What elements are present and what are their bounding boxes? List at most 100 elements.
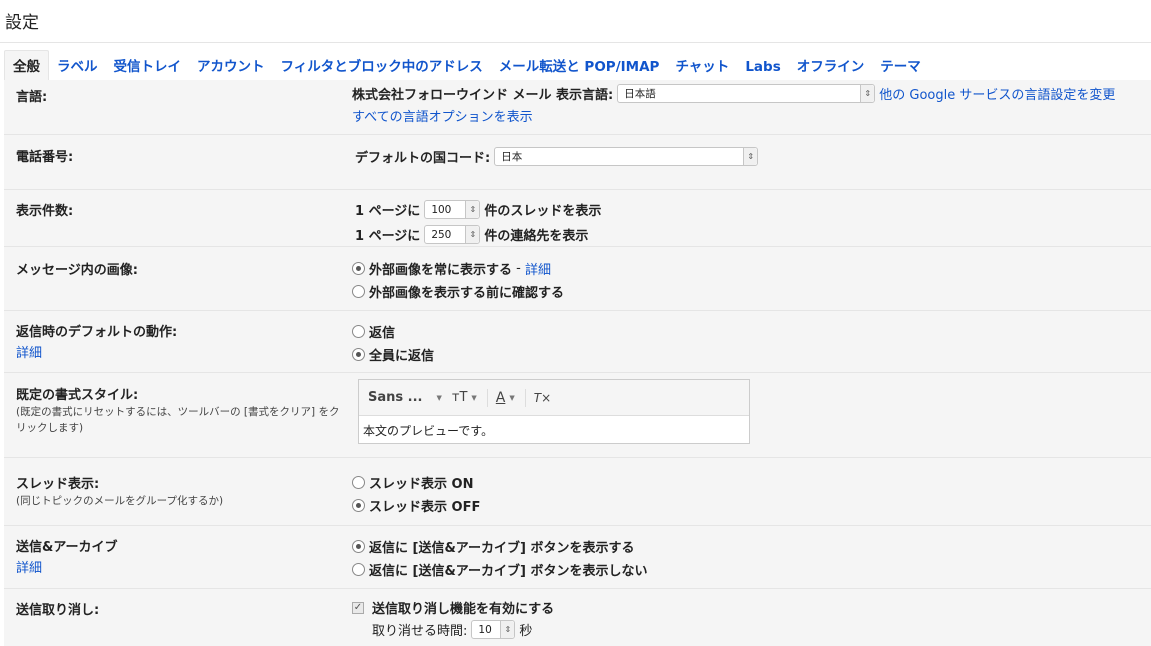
text-style-label: 既定の書式スタイル:: [16, 388, 139, 403]
images-ask-radio[interactable]: [352, 285, 365, 298]
images-row: メッセージ内の画像: 外部画像を常に表示する - 詳細 外部画像を表示する前に確…: [4, 247, 1151, 311]
language-setting: 株式会社フォローウインド メール 表示言語: 日本語 ⇕ 他の Google サ…: [352, 84, 1115, 103]
images-ask-label: 外部画像を表示する前に確認する: [369, 286, 565, 301]
undo-send-period-value: 10: [478, 623, 492, 636]
contacts-prefix: 1 ページに: [355, 229, 421, 244]
threads-off-option[interactable]: スレッド表示 OFF: [352, 496, 480, 515]
tab-chat[interactable]: チャット: [667, 51, 737, 80]
text-style-preview: 本文のプレビューです。: [363, 424, 494, 438]
language-prefix: 株式会社フォローウインド メール 表示言語:: [352, 88, 614, 103]
display-count-row: 表示件数: 1 ページに 100 ⇕ 件のスレッドを表示 1 ページに 250 …: [4, 190, 1151, 247]
chevron-updown-icon: ⇕: [465, 201, 480, 218]
tab-themes[interactable]: テーマ: [872, 51, 929, 80]
send-archive-show-option[interactable]: 返信に [送信&アーカイブ] ボタンを表示する: [352, 537, 635, 556]
reply-row: 返信時のデフォルトの動作: 詳細 返信 全員に返信: [4, 311, 1151, 373]
threads-per-page-value: 100: [431, 203, 452, 216]
reply-option[interactable]: 返信: [352, 322, 395, 341]
threads-per-page-select[interactable]: 100 ⇕: [424, 200, 481, 219]
text-style-row: 既定の書式スタイル: (既定の書式にリセットするには、ツールバーの [書式をクリ…: [4, 373, 1151, 458]
font-size-menu[interactable]: ᴛT ▼: [452, 390, 477, 405]
dropdown-arrow-icon: ▼: [436, 393, 442, 402]
text-color-icon: A: [495, 389, 506, 406]
reply-label: 返信時のデフォルトの動作:: [16, 325, 178, 340]
settings-panel: 言語: 株式会社フォローウインド メール 表示言語: 日本語 ⇕ 他の Goog…: [4, 80, 1151, 646]
text-style-editor: Sans ... ▼ ᴛT ▼ A ▼ T× 本文のプレビューです。: [358, 379, 750, 444]
threads-on-label: スレッド表示 ON: [369, 477, 474, 492]
threads-row: スレッド表示: (同じトピックのメールをグループ化するか) スレッド表示 ON …: [4, 458, 1151, 526]
phone-label: 電話番号:: [16, 150, 74, 165]
display-count-label: 表示件数:: [16, 204, 74, 219]
tab-accounts[interactable]: アカウント: [189, 51, 273, 80]
font-family-menu[interactable]: Sans ... ▼: [368, 390, 442, 405]
tab-offline[interactable]: オフライン: [789, 51, 873, 80]
phone-setting: デフォルトの国コード: 日本 ⇕: [355, 147, 762, 166]
send-archive-hide-option[interactable]: 返信に [送信&アーカイブ] ボタンを表示しない: [352, 560, 648, 579]
send-archive-hide-radio[interactable]: [352, 563, 365, 576]
threads-note: (同じトピックのメールをグループ化するか): [16, 495, 224, 507]
tab-general[interactable]: 全般: [4, 50, 49, 80]
threads-per-page: 1 ページに 100 ⇕ 件のスレッドを表示: [355, 200, 601, 219]
other-google-language-link[interactable]: 他の Google サービスの言語設定を変更: [879, 84, 1115, 103]
undo-send-period-select[interactable]: 10 ⇕: [471, 620, 516, 639]
threads-off-radio[interactable]: [352, 499, 365, 512]
threads-label: スレッド表示:: [16, 477, 100, 492]
reply-detail-link[interactable]: 詳細: [16, 342, 42, 361]
toolbar-divider: [486, 388, 488, 407]
send-archive-show-radio[interactable]: [352, 540, 365, 553]
chevron-updown-icon: ⇕: [743, 148, 758, 165]
images-always-label: 外部画像を常に表示する: [369, 263, 513, 278]
language-row: 言語: 株式会社フォローウインド メール 表示言語: 日本語 ⇕ 他の Goog…: [4, 80, 1151, 135]
undo-send-checkbox[interactable]: ✓: [352, 601, 364, 614]
tab-filters[interactable]: フィルタとブロック中のアドレス: [273, 51, 491, 80]
formatting-toolbar: Sans ... ▼ ᴛT ▼ A ▼ T×: [359, 380, 749, 416]
country-code-select[interactable]: 日本 ⇕: [494, 147, 759, 166]
threads-suffix: 件のスレッドを表示: [484, 204, 602, 219]
reply-all-radio[interactable]: [352, 348, 365, 361]
send-archive-hide-label: 返信に [送信&アーカイブ] ボタンを表示しない: [369, 564, 648, 579]
images-always-radio[interactable]: [352, 262, 365, 275]
undo-send-period: 取り消せる時間: 10 ⇕ 秒: [372, 620, 532, 639]
tab-forwarding[interactable]: メール転送と POP/IMAP: [491, 51, 668, 80]
reply-all-option-label: 全員に返信: [369, 349, 435, 364]
contacts-per-page-value: 250: [431, 228, 452, 241]
chevron-updown-icon: ⇕: [465, 226, 480, 243]
send-archive-detail-link[interactable]: 詳細: [16, 557, 42, 576]
images-ask-option[interactable]: 外部画像を表示する前に確認する: [352, 282, 564, 301]
tab-labels[interactable]: ラベル: [49, 51, 106, 80]
reply-all-option[interactable]: 全員に返信: [352, 345, 434, 364]
tab-labs[interactable]: Labs: [737, 55, 788, 80]
clear-formatting-icon[interactable]: T×: [534, 391, 551, 405]
threads-on-radio[interactable]: [352, 476, 365, 489]
title-divider: [0, 42, 1151, 43]
tab-inbox[interactable]: 受信トレイ: [106, 51, 190, 80]
images-separator: -: [512, 261, 525, 276]
send-archive-label: 送信&アーカイブ: [16, 540, 118, 555]
undo-send-row: 送信取り消し: ✓ 送信取り消し機能を有効にする 取り消せる時間: 10 ⇕ 秒: [4, 589, 1151, 646]
chevron-updown-icon: ⇕: [500, 621, 515, 638]
country-code-prefix: デフォルトの国コード:: [355, 151, 491, 166]
threads-on-option[interactable]: スレッド表示 ON: [352, 473, 473, 492]
undo-send-enable-option[interactable]: ✓ 送信取り消し機能を有効にする: [352, 598, 554, 617]
images-detail-link[interactable]: 詳細: [525, 259, 551, 278]
reply-radio[interactable]: [352, 325, 365, 338]
contacts-per-page-select[interactable]: 250 ⇕: [424, 225, 481, 244]
contacts-suffix: 件の連絡先を表示: [484, 229, 589, 244]
language-selected: 日本語: [624, 88, 656, 100]
language-label: 言語:: [16, 90, 48, 105]
all-language-options-row: すべての言語オプションを表示: [352, 106, 533, 125]
reply-option-label: 返信: [369, 326, 396, 341]
country-code-selected: 日本: [501, 151, 523, 163]
text-style-note: (既定の書式にリセットするには、ツールバーの [書式をクリア] をクリックします…: [16, 406, 340, 434]
language-select[interactable]: 日本語 ⇕: [617, 84, 876, 103]
undo-send-label: 送信取り消し:: [16, 603, 100, 618]
contacts-per-page: 1 ページに 250 ⇕ 件の連絡先を表示: [355, 225, 588, 244]
font-family-value: Sans ...: [368, 390, 423, 405]
undo-send-enable-label: 送信取り消し機能を有効にする: [372, 602, 555, 617]
send-archive-row: 送信&アーカイブ 詳細 返信に [送信&アーカイブ] ボタンを表示する 返信に …: [4, 526, 1151, 589]
images-always-option[interactable]: 外部画像を常に表示する - 詳細: [352, 259, 551, 278]
threads-prefix: 1 ページに: [355, 204, 421, 219]
page-title: 設定: [5, 13, 39, 33]
all-language-options-link[interactable]: すべての言語オプションを表示: [352, 106, 533, 125]
text-color-menu[interactable]: A ▼: [496, 390, 515, 406]
toolbar-divider: [524, 388, 526, 407]
